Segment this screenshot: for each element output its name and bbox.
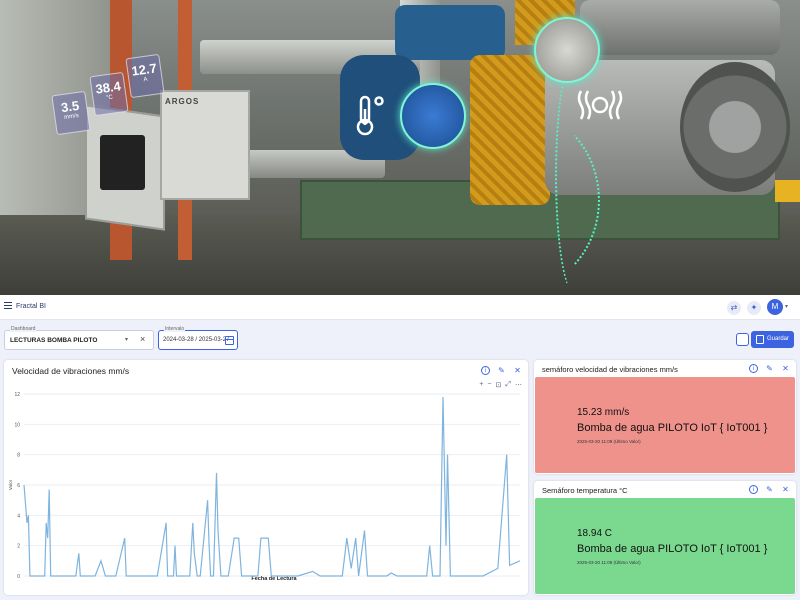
vibration-semaforo-card: semáforo velocidad de vibraciones mm/s i… — [534, 360, 796, 474]
dashboard-value: LECTURAS BOMBA PILOTO — [10, 337, 98, 344]
edit-icon[interactable]: ✎ — [765, 485, 774, 494]
sensor-card-current: 12.7 A — [125, 53, 165, 99]
semaforo-vib-device: Bomba de agua PILOTO IoT { IoT001 } — [577, 422, 768, 434]
y-axis-label: Valor — [8, 479, 13, 490]
y-tick-label: 4 — [17, 513, 20, 519]
app-title: Fractal BI — [16, 303, 46, 310]
semaforo-vib-status: 15.23 mm/s Bomba de agua PILOTO IoT { Io… — [535, 377, 795, 473]
close-icon[interactable]: ✕ — [781, 364, 790, 373]
dashboard-select[interactable]: Dashboard LECTURAS BOMBA PILOTO ▾ × — [4, 326, 154, 350]
temperature-semaforo-card: Semáforo temperatura °C i ✎ ✕ 18.94 C Bo… — [534, 481, 796, 595]
semaforo-temp-title: Semáforo temperatura °C — [542, 486, 628, 495]
date-range-value: 2024-03-28 / 2025-03-27 — [163, 337, 230, 343]
dashboard-legend: Dashboard — [10, 326, 37, 332]
x-axis-label: Fecha de Lectura — [251, 576, 297, 582]
chevron-down-icon[interactable]: ▾ — [785, 303, 788, 310]
semaforo-temp-status: 18.94 C Bomba de agua PILOTO IoT { IoT00… — [535, 498, 795, 594]
sensor-card-temperature: 38.4 °C — [89, 71, 129, 117]
date-legend: Intervalo — [164, 326, 186, 332]
avatar[interactable]: M — [767, 299, 783, 315]
y-tick-label: 6 — [17, 483, 20, 489]
sensor-card-vibration: 3.5 mm/s — [51, 90, 91, 136]
y-tick-label: 8 — [17, 453, 20, 459]
pump-sensor-bubble — [400, 83, 466, 149]
y-tick-label: 2 — [17, 544, 20, 550]
y-tick-label: 10 — [14, 422, 20, 428]
panel-logo: ARGOS — [165, 97, 200, 106]
chevron-down-icon[interactable]: ▾ — [125, 336, 128, 343]
vibration-chart-card: Velocidad de vibraciones mm/s i ✎ ✕ + − … — [4, 360, 528, 595]
info-icon[interactable]: i — [481, 366, 490, 375]
card-actions: i ✎ ✕ — [749, 364, 790, 373]
motor-fan-cover — [680, 62, 790, 192]
edit-icon[interactable]: ✎ — [765, 364, 774, 373]
semaforo-temp-value: 18.94 C — [577, 528, 613, 539]
equipment-photo: ARGOS 3.5 mm/s 38.4 °C 12.7 A — [0, 0, 800, 295]
pin-icon[interactable]: ✦ — [747, 301, 761, 315]
semaforo-vib-title: semáforo velocidad de vibraciones mm/s — [542, 365, 678, 374]
background-pump — [395, 5, 505, 60]
semaforo-vib-timestamp: 2025-03-20 11:09 (Último Valor) — [577, 439, 641, 444]
save-button[interactable]: Guardar — [751, 331, 794, 348]
y-tick-label: 0 — [17, 574, 20, 580]
motor-sensor-bubble — [534, 17, 600, 83]
edit-icon[interactable]: ✎ — [497, 366, 506, 375]
close-icon[interactable]: ✕ — [781, 485, 790, 494]
vibration-line-chart: 0 2 4 6 8 10 12 Valor Fecha de Lectura — [8, 392, 521, 582]
info-icon[interactable]: i — [749, 485, 758, 494]
hamburger-menu-icon[interactable] — [4, 302, 12, 310]
card-actions: i ✎ ✕ — [481, 366, 522, 375]
save-label: Guardar — [767, 336, 790, 342]
card-actions: i ✎ ✕ — [749, 485, 790, 494]
link-icon[interactable]: ⇄ — [727, 301, 741, 315]
semaforo-temp-device: Bomba de agua PILOTO IoT { IoT001 } — [577, 543, 768, 555]
yellow-box — [775, 180, 800, 202]
control-panel — [160, 90, 250, 200]
semaforo-vib-value: 15.23 mm/s — [577, 407, 630, 418]
save-icon — [756, 335, 764, 344]
close-icon[interactable]: ✕ — [513, 366, 522, 375]
iot-device — [100, 135, 145, 190]
top-bar: Fractal BI ⇄ ✦ M ▾ — [0, 295, 800, 320]
calendar-icon[interactable] — [225, 336, 234, 345]
vibration-icon — [577, 90, 623, 120]
fit-screen-icon[interactable] — [736, 333, 749, 346]
y-tick-label: 12 — [14, 392, 20, 398]
semaforo-temp-timestamp: 2025-03-20 11:09 (Último Valor) — [577, 560, 641, 565]
background-motor — [580, 0, 780, 55]
thermometer-icon — [356, 95, 384, 136]
chart-title: Velocidad de vibraciones mm/s — [12, 366, 130, 376]
fractal-bi-app: Fractal BI ⇄ ✦ M ▾ Dashboard LECTURAS BO… — [0, 295, 800, 600]
clear-icon[interactable]: × — [140, 334, 145, 344]
info-icon[interactable]: i — [749, 364, 758, 373]
date-range-field[interactable]: Intervalo 2024-03-28 / 2025-03-27 — [158, 326, 238, 350]
